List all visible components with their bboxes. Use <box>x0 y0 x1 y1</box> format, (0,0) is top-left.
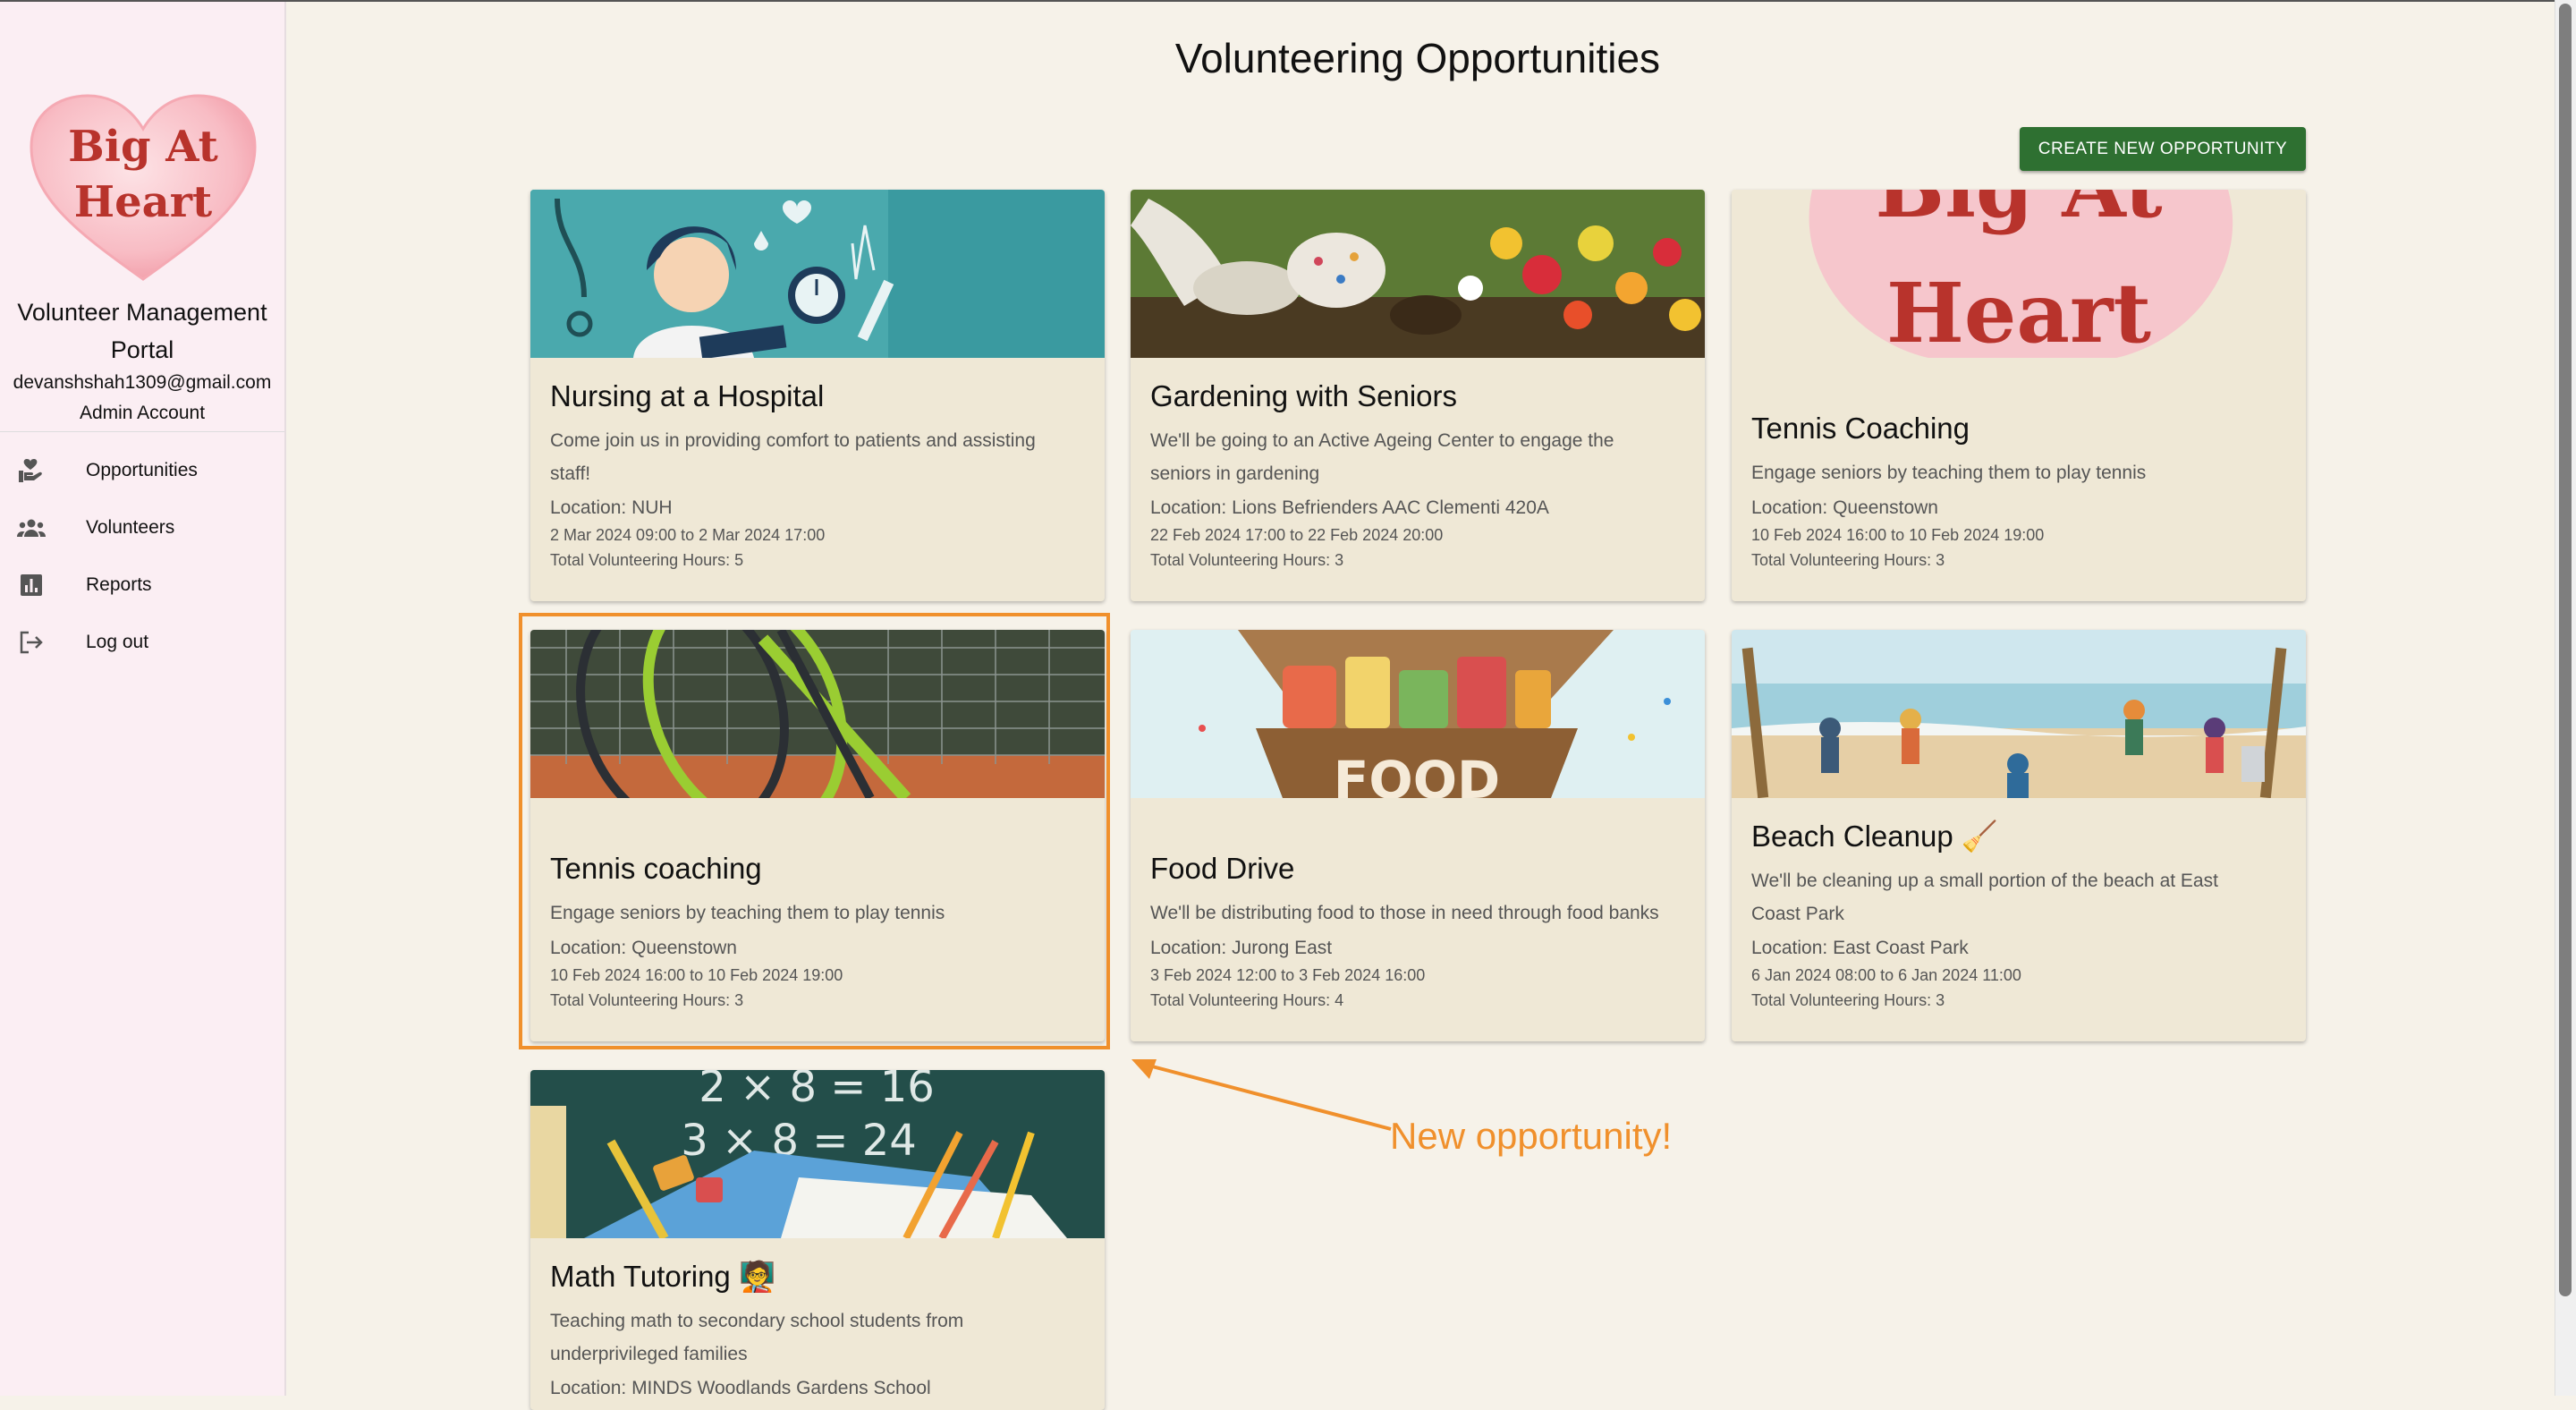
bar-chart-icon <box>16 570 47 600</box>
opportunity-card-food-drive[interactable]: FOOD Food Drive We'll be distributing fo… <box>1131 630 1705 1041</box>
card-title: Gardening with Seniors <box>1150 379 1458 412</box>
page-scrollbar[interactable] <box>2555 0 2576 1396</box>
portal-title: Volunteer Management Portal <box>17 299 267 363</box>
card-hours: Total Volunteering Hours: 5 <box>550 551 744 569</box>
card-dates: 22 Feb 2024 17:00 to 22 Feb 2024 20:00 <box>1150 526 1444 544</box>
page-title: Volunteering Opportunities <box>1174 35 1661 81</box>
opportunity-card-tennis-coaching[interactable]: Big At Heart Tennis Coaching Engage seni… <box>1732 190 2306 601</box>
card-hours: Total Volunteering Hours: 3 <box>1150 551 1344 569</box>
sidebar-item-volunteers[interactable]: Volunteers <box>0 505 284 551</box>
card-dates: 6 Jan 2024 08:00 to 6 Jan 2024 11:00 <box>1751 966 2021 984</box>
card-location: Location: East Coast Park <box>1751 938 1969 958</box>
card-dates: 10 Feb 2024 16:00 to 10 Feb 2024 19:00 <box>1751 526 2045 544</box>
card-description: Teaching math to secondary school studen… <box>550 1311 964 1364</box>
card-description: We'll be going to an Active Ageing Cente… <box>1150 430 1614 484</box>
card-title: Math Tutoring 🧑‍🏫 <box>550 1260 776 1293</box>
food-box-image: FOOD <box>1131 630 1705 798</box>
card-description: Engage seniors by teaching them to play … <box>1751 463 2147 483</box>
card-description: We'll be cleaning up a small portion of … <box>1751 871 2218 924</box>
people-group-icon <box>16 513 47 543</box>
volunteer-hand-heart-icon <box>16 455 47 486</box>
card-description: We'll be distributing food to those in n… <box>1150 903 1659 923</box>
nursing-image <box>530 190 1105 358</box>
svg-text:Big At: Big At <box>1875 190 2163 236</box>
opportunity-card-nursing[interactable]: Nursing at a Hospital Come join us in pr… <box>530 190 1105 601</box>
annotation-label: New opportunity! <box>1390 1115 1673 1157</box>
annotation-arrow-icon <box>1131 1059 1392 1131</box>
card-title: Food Drive <box>1150 852 1295 885</box>
card-title: Nursing at a Hospital <box>550 379 825 412</box>
new-opportunity-highlight-box <box>519 613 1110 1049</box>
svg-text:FOOD: FOOD <box>1334 750 1500 798</box>
create-new-opportunity-button[interactable]: CREATE NEW OPPORTUNITY <box>2020 127 2306 171</box>
account-type: Admin Account <box>79 403 206 423</box>
card-hours: Total Volunteering Hours: 3 <box>1751 991 1945 1009</box>
card-description: Come join us in providing comfort to pat… <box>550 430 1036 484</box>
scrollbar-thumb[interactable] <box>2559 4 2572 1296</box>
gardening-image <box>1131 190 1705 358</box>
big-at-heart-logo: Big At Heart <box>30 94 257 281</box>
svg-text:Heart: Heart <box>74 177 212 227</box>
card-dates: 2 Mar 2024 09:00 to 2 Mar 2024 17:00 <box>550 526 826 544</box>
opportunity-card-gardening[interactable]: Gardening with Seniors We'll be going to… <box>1131 190 1705 601</box>
sidebar-item-reports[interactable]: Reports <box>0 562 284 608</box>
opportunity-card-math-tutoring[interactable]: 2 × 8 = 16 3 × 8 = 24 Math Tutoring 🧑‍🏫 … <box>530 1070 1105 1410</box>
sidebar: Big At Heart Volunteer Management Portal… <box>0 2 286 1396</box>
card-dates: 3 Feb 2024 12:00 to 3 Feb 2024 16:00 <box>1150 966 1426 984</box>
user-email: devanshshah1309@gmail.com <box>13 372 272 393</box>
card-location: Location: MINDS Woodlands Gardens School <box>550 1378 931 1398</box>
big-at-heart-banner-image: Big At Heart <box>1732 190 2306 358</box>
card-title: Tennis Coaching <box>1751 412 1970 445</box>
sidebar-item-logout[interactable]: Log out <box>0 619 284 666</box>
card-location: Location: NUH <box>550 497 673 518</box>
svg-text:Big At: Big At <box>68 122 218 172</box>
window-top-border <box>0 0 2576 2</box>
card-hours: Total Volunteering Hours: 3 <box>1751 551 1945 569</box>
card-location: Location: Queenstown <box>1751 497 1938 518</box>
card-hours: Total Volunteering Hours: 4 <box>1150 991 1344 1009</box>
svg-text:Heart: Heart <box>1886 265 2152 358</box>
sidebar-item-opportunities[interactable]: Opportunities <box>0 447 284 494</box>
card-location: Location: Lions Befrienders AAC Clementi… <box>1150 497 1549 518</box>
svg-text:2 × 8 = 16: 2 × 8 = 16 <box>699 1070 935 1112</box>
card-title: Beach Cleanup 🧹 <box>1751 820 1998 853</box>
card-location: Location: Jurong East <box>1150 938 1333 958</box>
beach-cleanup-image <box>1732 630 2306 798</box>
logout-icon <box>16 627 47 658</box>
math-chalkboard-image: 2 × 8 = 16 3 × 8 = 24 <box>530 1070 1105 1238</box>
sidebar-divider <box>0 431 284 432</box>
opportunity-card-beach-cleanup[interactable]: Beach Cleanup 🧹 We'll be cleaning up a s… <box>1732 630 2306 1041</box>
